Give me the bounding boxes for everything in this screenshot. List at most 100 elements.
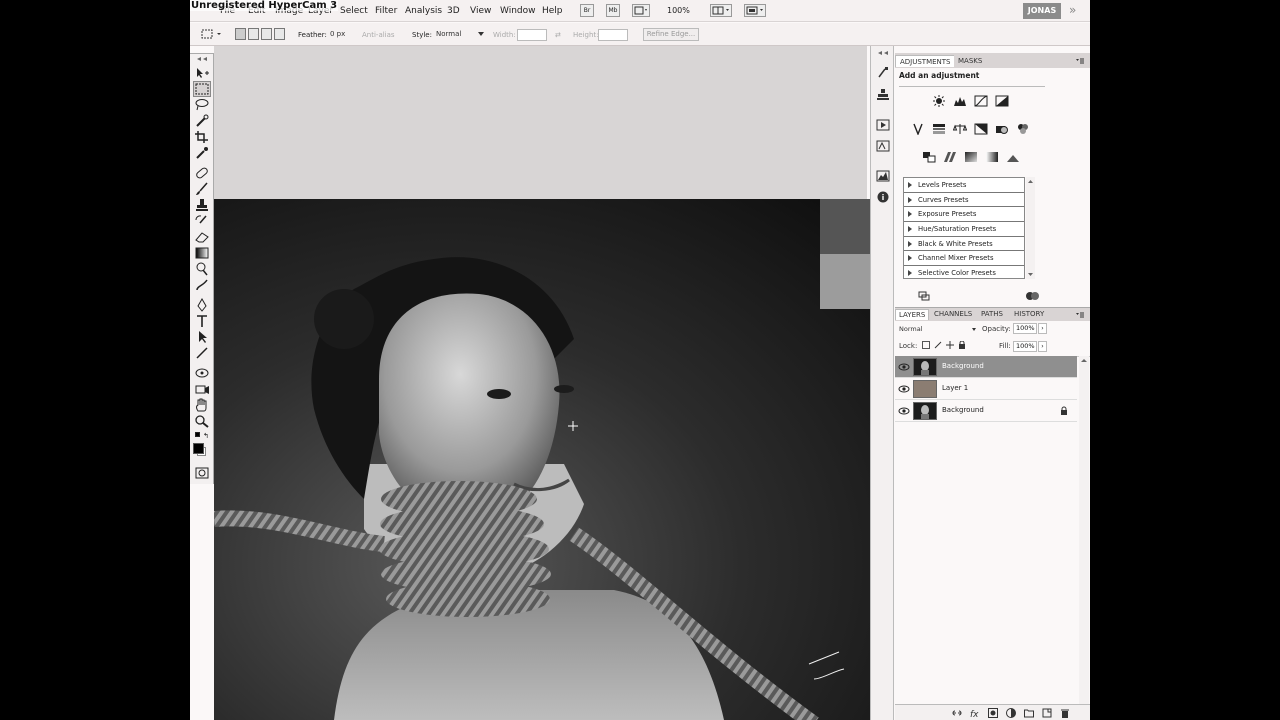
clone-stamp-tool[interactable] xyxy=(194,198,210,212)
quick-selection-tool[interactable] xyxy=(194,114,210,128)
character-icon[interactable] xyxy=(876,140,890,152)
zoom-tool[interactable] xyxy=(194,414,210,428)
rectangular-marquee-tool[interactable] xyxy=(193,81,211,97)
curves-icon[interactable] xyxy=(974,95,988,107)
clone-source-icon[interactable] xyxy=(876,88,890,100)
screen-mode-button[interactable] xyxy=(744,4,766,17)
blend-mode-select[interactable]: Normal xyxy=(899,324,977,335)
actions-icon[interactable] xyxy=(876,119,890,131)
zoom-level[interactable]: 100% xyxy=(667,6,690,15)
layer-name[interactable]: Background xyxy=(942,362,984,370)
layer-name[interactable]: Layer 1 xyxy=(942,384,968,392)
black-white-icon[interactable] xyxy=(974,123,988,135)
swap-dimensions-icon[interactable]: ⇄ xyxy=(555,31,561,39)
foreground-color[interactable] xyxy=(193,443,204,454)
width-input[interactable] xyxy=(517,29,547,41)
menu-view[interactable]: View xyxy=(470,6,491,16)
tab-paths[interactable]: PATHS xyxy=(978,309,1007,320)
quick-mask-tool[interactable] xyxy=(194,466,210,480)
layer-name[interactable]: Background xyxy=(942,406,984,414)
height-input[interactable] xyxy=(598,29,628,41)
info-icon[interactable] xyxy=(876,191,890,203)
move-tool[interactable] xyxy=(194,66,210,80)
refine-edge-button[interactable]: Refine Edge... xyxy=(643,28,699,41)
menu-analysis[interactable]: Analysis xyxy=(405,6,442,16)
hue-saturation-icon[interactable] xyxy=(932,123,946,135)
selective-color-icon[interactable] xyxy=(1006,151,1020,163)
vibrance-icon[interactable] xyxy=(911,123,925,136)
visibility-eye-icon[interactable] xyxy=(898,405,910,417)
tool-preset-picker[interactable] xyxy=(198,27,224,41)
layers-menu-icon[interactable] xyxy=(1075,311,1085,318)
layer-row[interactable]: Background xyxy=(895,356,1077,378)
menu-filter[interactable]: Filter xyxy=(375,6,397,16)
brightness-contrast-icon[interactable] xyxy=(932,95,946,107)
arrange-documents-button[interactable] xyxy=(710,4,732,17)
presets-scrollbar[interactable] xyxy=(1026,177,1035,279)
link-layers-icon[interactable] xyxy=(952,708,962,718)
levels-icon[interactable] xyxy=(953,95,967,107)
line-tool[interactable] xyxy=(194,346,210,360)
menu-3d[interactable]: 3D xyxy=(447,6,460,16)
layers-scrollbar[interactable] xyxy=(1079,356,1089,704)
tab-history[interactable]: HISTORY xyxy=(1011,309,1048,320)
new-group-icon[interactable] xyxy=(1024,708,1034,718)
subtract-selection-mode[interactable] xyxy=(261,28,272,40)
clip-to-layer-icon[interactable] xyxy=(918,291,930,301)
fill-input[interactable]: 100% xyxy=(1013,341,1037,352)
add-selection-mode[interactable] xyxy=(248,28,259,40)
document-photo[interactable] xyxy=(214,199,874,720)
hand-tool[interactable] xyxy=(194,398,210,412)
swap-colors-icon[interactable]: ↰ xyxy=(203,432,209,440)
tab-masks[interactable]: MASKS xyxy=(954,55,987,67)
3d-camera-tool[interactable] xyxy=(194,382,210,396)
panel-collapse-icon[interactable] xyxy=(196,56,208,62)
workspace-switcher[interactable]: JONAS xyxy=(1023,3,1061,19)
channel-mixer-icon[interactable] xyxy=(1016,123,1030,135)
anti-alias-checkbox[interactable]: Anti-alias xyxy=(362,31,395,39)
menu-select[interactable]: Select xyxy=(340,6,368,16)
delete-layer-icon[interactable] xyxy=(1060,708,1070,718)
brush-tool[interactable] xyxy=(194,182,210,196)
view-extras-button[interactable] xyxy=(632,4,650,17)
preset-selective-color[interactable]: Selective Color Presets xyxy=(904,266,1024,278)
menu-window[interactable]: Window xyxy=(500,6,536,16)
history-brush-tool[interactable] xyxy=(194,214,210,228)
opacity-slider-button[interactable]: › xyxy=(1038,323,1047,334)
new-selection-mode[interactable] xyxy=(235,28,246,40)
lasso-tool[interactable] xyxy=(194,98,210,112)
menu-help[interactable]: Help xyxy=(542,6,563,16)
invert-icon[interactable] xyxy=(922,151,936,163)
lock-all-icon[interactable] xyxy=(958,340,966,349)
eraser-tool[interactable] xyxy=(194,230,210,244)
more-workspaces-icon[interactable]: » xyxy=(1069,3,1076,17)
crop-tool[interactable] xyxy=(194,130,210,144)
lock-transparency-icon[interactable] xyxy=(922,341,930,349)
tab-channels[interactable]: CHANNELS xyxy=(931,309,976,320)
preset-curves[interactable]: Curves Presets xyxy=(904,193,1024,208)
smudge-tool[interactable] xyxy=(194,278,210,292)
adjustment-mask-icon[interactable] xyxy=(1025,291,1039,301)
gradient-tool[interactable] xyxy=(194,246,210,260)
histogram-icon[interactable] xyxy=(876,170,890,182)
mini-bridge-button[interactable]: Mb xyxy=(606,4,620,17)
posterize-icon[interactable] xyxy=(943,151,957,163)
preset-levels[interactable]: Levels Presets xyxy=(904,178,1024,193)
eyedropper-tool[interactable] xyxy=(194,146,210,160)
brush-presets-icon[interactable] xyxy=(876,66,890,78)
tab-adjustments[interactable]: ADJUSTMENTS xyxy=(895,55,956,67)
panel-menu-icon[interactable] xyxy=(1075,57,1085,64)
type-tool[interactable] xyxy=(194,314,210,328)
color-balance-icon[interactable] xyxy=(952,123,968,135)
preset-channel-mixer[interactable]: Channel Mixer Presets xyxy=(904,251,1024,267)
intersect-selection-mode[interactable] xyxy=(274,28,285,40)
default-colors-icon[interactable] xyxy=(195,432,200,437)
layer-style-icon[interactable]: fx xyxy=(970,708,980,718)
bridge-button[interactable]: Br xyxy=(580,4,594,17)
tab-layers[interactable]: LAYERS xyxy=(895,309,930,320)
opacity-input[interactable]: 100% xyxy=(1013,323,1037,334)
layer-row[interactable]: Background xyxy=(895,400,1077,422)
lock-position-icon[interactable] xyxy=(946,341,954,349)
layer-row[interactable]: Layer 1 xyxy=(895,378,1077,400)
new-layer-icon[interactable] xyxy=(1042,708,1052,718)
